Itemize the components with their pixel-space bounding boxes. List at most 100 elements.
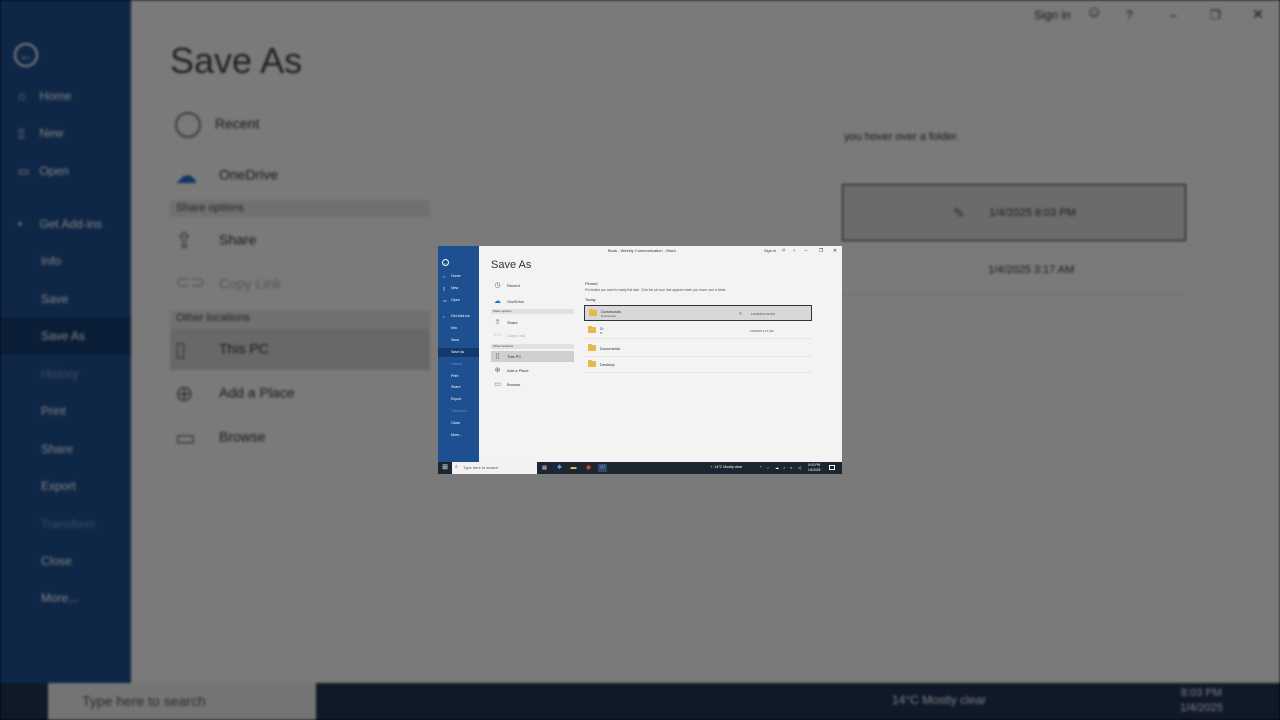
tray-mic-icon[interactable]: ♪ [783, 465, 785, 470]
search-icon: ⌕ [455, 464, 458, 470]
folder-row-d[interactable]: D: D: 1/4/2025 3:17 AM [584, 323, 812, 339]
bg-clock: 8:03 PM 1/4/2025 [1180, 687, 1223, 714]
folder-name: Documents [600, 346, 621, 351]
bg-nav-open: ▭ Open [18, 164, 69, 178]
title-bar: Book - Weekly Communication - Word Sign … [438, 246, 842, 257]
bg-nav-more: More... [41, 591, 79, 605]
folder-row-documents[interactable]: Documents [584, 341, 812, 357]
tray-network-icon[interactable]: ◌ [767, 465, 769, 470]
taskbar-clock[interactable]: 8:03 PM 1/4/2025 [808, 463, 820, 473]
bg-nav-new: ▯ New [18, 126, 64, 140]
tray-wifi-icon[interactable]: ≈ [790, 465, 792, 470]
sidebar-item-get-add-ins[interactable]: • Get Add-ins [438, 313, 479, 320]
bg-loc-addplace: ⊕ Add a Place [175, 381, 295, 406]
bg-nav-info: Info [41, 254, 62, 268]
chrome-icon[interactable]: ◉ [584, 464, 593, 472]
bg-row-d: 1/4/2025 3:17 AM [842, 242, 1186, 296]
bg-title: Save As [170, 40, 303, 81]
pin-icon[interactable]: ✎ [739, 311, 742, 316]
bg-nav-addins: • Get Add-ins [18, 217, 103, 231]
word-icon[interactable]: W [598, 464, 607, 472]
folder-date: 1/4/2025 3:17 AM [750, 329, 774, 333]
tray-cloud-icon[interactable]: ☁ [775, 465, 779, 470]
weather-widget[interactable]: ☀ 14°C Mostly clear [710, 465, 742, 469]
sidebar-item-info[interactable]: Info [438, 325, 479, 332]
sidebar-item-new[interactable]: ▯ New [438, 285, 479, 292]
bg-nav-history: History [41, 367, 79, 381]
back-arrow-icon[interactable]: ← [442, 259, 449, 266]
share-icon: ⇪ [494, 319, 501, 326]
folder-icon [588, 360, 596, 367]
taskbar: ⊞ ⌕ Type here to search ▤ ❖ ▬ ◉ W ☀ 14°C… [438, 462, 842, 474]
help-button[interactable]: ? [793, 248, 795, 253]
location-recent[interactable]: ◷ Recent [493, 280, 573, 291]
folder-icon [589, 309, 597, 316]
clock-icon: ◷ [494, 282, 501, 289]
bg-nav-close: Close [41, 554, 72, 568]
folder-icon: ▭ [494, 381, 501, 388]
coauthor-icon[interactable]: ☺ [781, 247, 786, 253]
bg-other-locations-header: Other locations [170, 310, 430, 327]
copilot-icon[interactable]: ❖ [555, 464, 564, 472]
home-icon: ⌂ [443, 274, 446, 279]
bg-nav-export: Export [41, 479, 76, 493]
screen: ← ⌂ Home ▯ New ▭ Open • Get Add-ins Info… [0, 0, 1280, 720]
tray-chevron-icon[interactable]: ⌃ [759, 465, 762, 470]
bg-loc-thispc: ▯ This PC [175, 339, 269, 361]
bg-loc-recent: Recent [175, 112, 259, 138]
bg-nav-saveas: Save As [0, 317, 131, 355]
sidebar-item-save[interactable]: Save [438, 337, 479, 344]
sidebar-item-save-as[interactable]: Save As [438, 348, 479, 357]
window-title: Book - Weekly Communication - Word [608, 248, 676, 253]
sidebar-item-print[interactable]: Print [438, 373, 479, 380]
bg-topbar: Sign in ☺ ? – ❐ ✕ [1034, 4, 1264, 22]
add-ins-icon: • [443, 314, 445, 319]
bg-pinned-hint: you hover over a folder. [844, 131, 959, 143]
location-browse[interactable]: ▭ Browse [493, 379, 573, 390]
location-add-place[interactable]: ⊕ Add a Place [493, 365, 573, 376]
cloud-icon: ☁ [494, 298, 501, 305]
taskbar-search-box[interactable]: ⌕ Type here to search [452, 462, 537, 474]
location-share[interactable]: ⇪ Share [493, 317, 573, 328]
bg-loc-browse: ▭ Browse [175, 425, 266, 450]
sidebar-item-close[interactable]: Close [438, 420, 479, 427]
folder-path: D: [600, 331, 603, 335]
windows-start-icon[interactable]: ⊞ [441, 464, 449, 472]
location-onedrive[interactable]: ☁ OneDrive [493, 296, 573, 307]
location-copy-link: ⊂⊃ Copy Link [493, 332, 525, 338]
bg-nav-save: Save [41, 292, 69, 306]
bg-nav-share: Share [41, 442, 74, 456]
restore-button[interactable]: ❐ [817, 247, 825, 255]
sidebar-item-open[interactable]: ▭ Open [438, 297, 479, 304]
bg-back-icon: ← [14, 43, 38, 67]
folder-row-desktop[interactable]: Desktop [584, 357, 812, 373]
bg-loc-onedrive: ☁ OneDrive [175, 163, 279, 188]
sidebar-item-share[interactable]: Share [438, 384, 479, 391]
folder-row-downloads[interactable]: Downloads Downloads ✎ 1/4/2025 8:03 PM [584, 305, 812, 321]
sign-in-link[interactable]: Sign in [764, 248, 776, 253]
open-folder-icon: ▭ [443, 298, 447, 303]
folder-icon [588, 344, 596, 351]
sidebar-item-transform[interactable]: Transform [438, 408, 479, 415]
tray-volume-icon[interactable]: ◁ [798, 465, 801, 470]
sidebar-item-history[interactable]: History [438, 361, 479, 368]
sidebar-item-more[interactable]: More... [438, 432, 479, 439]
folder-icon [588, 326, 596, 333]
folder-path: Downloads [601, 314, 616, 318]
sidebar-item-export[interactable]: Export [438, 396, 479, 403]
sidebar-item-home[interactable]: ⌂ Home [438, 273, 479, 280]
file-explorer-icon[interactable]: ▬ [569, 464, 578, 472]
location-this-pc[interactable]: ▯ This PC [491, 351, 574, 362]
bg-taskbar-search: Type here to search [48, 683, 316, 720]
today-header: Today [585, 297, 596, 302]
minimize-button[interactable]: – [802, 247, 810, 255]
other-locations-header: Other locations [491, 344, 574, 349]
close-button[interactable]: ✕ [831, 247, 839, 255]
bg-pinned-row: ✎ 1/4/2025 8:03 PM [842, 184, 1186, 241]
weather-icon: ☀ [710, 465, 714, 469]
bg-nav-home: ⌂ Home [18, 89, 72, 103]
backstage-sidebar: ← ⌂ Home ▯ New ▭ Open • Get Add-ins Info Sav… [438, 246, 479, 462]
notification-icon[interactable] [829, 465, 835, 470]
task-view-icon[interactable]: ▤ [540, 464, 549, 472]
bg-nav-print: Print [41, 404, 66, 418]
